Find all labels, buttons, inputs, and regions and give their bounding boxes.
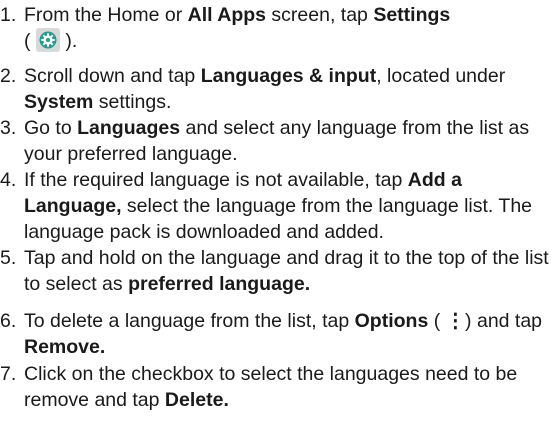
preferred-language-label: preferred language. bbox=[128, 273, 311, 295]
step-number: 5. bbox=[0, 247, 17, 269]
options-icon: ⋮ bbox=[445, 310, 466, 332]
step-number: 3. bbox=[0, 117, 17, 139]
step-number: 4. bbox=[0, 169, 17, 191]
languages-input-label: Languages & input bbox=[200, 65, 377, 87]
step-text: Tap and hold on the language and drag it… bbox=[24, 247, 549, 295]
settings-label: Settings bbox=[373, 4, 451, 26]
step-text: Go to Languages and select any language … bbox=[24, 117, 530, 165]
step-text: Scroll down and tap Languages & input, l… bbox=[24, 65, 506, 113]
step-text: Click on the checkbox to select the lang… bbox=[24, 363, 518, 411]
step-number: 2. bbox=[0, 65, 17, 87]
step-text: If the required language is not availabl… bbox=[24, 169, 533, 243]
system-label: System bbox=[24, 91, 94, 113]
delete-label: Delete. bbox=[164, 389, 229, 411]
settings-gear-icon bbox=[35, 28, 60, 52]
step-number: 7. bbox=[0, 363, 17, 385]
remove-label: Remove. bbox=[24, 336, 106, 358]
all-apps-label: All Apps bbox=[187, 4, 267, 26]
languages-label: Languages bbox=[77, 117, 181, 139]
options-label: Options bbox=[354, 310, 429, 332]
step-number: 1. bbox=[0, 4, 17, 26]
step-text: From the Home or All Apps screen, tap Se… bbox=[24, 4, 451, 52]
step-number: 6. bbox=[0, 310, 17, 332]
step-text: To delete a language from the list, tap … bbox=[24, 310, 543, 358]
